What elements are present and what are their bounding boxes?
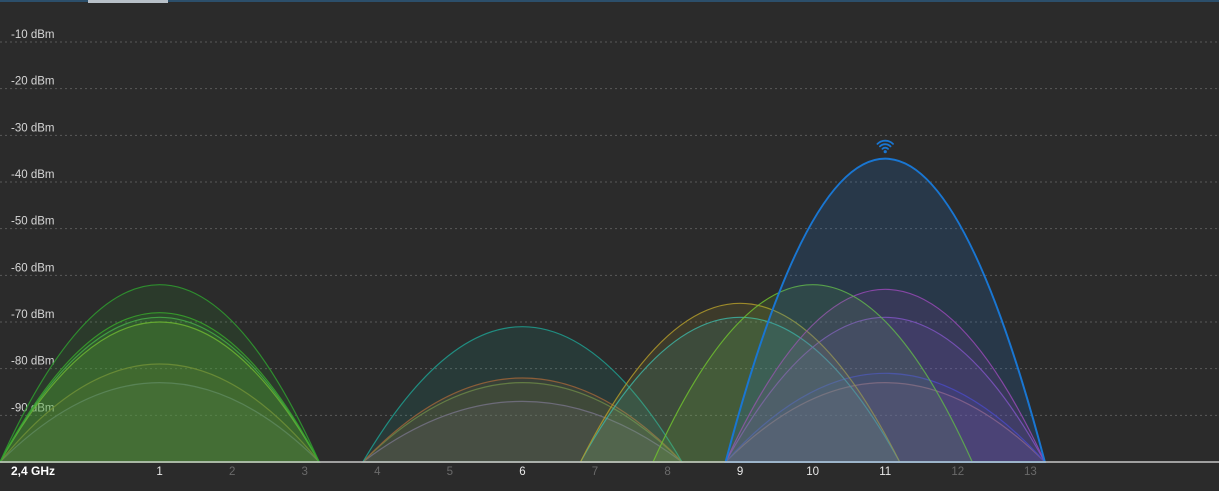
y-axis-labels: -10 dBm -20 dBm -30 dBm -40 dBm -50 dBm -60 d… (11, 29, 54, 414)
chart-icons (876, 139, 894, 154)
x-tick-label-channel-4: 4 (374, 466, 381, 478)
y-tick-label: -20 dBm (11, 76, 54, 88)
x-tick-label-channel-13: 13 (1024, 466, 1037, 478)
x-tick-label-channel-7: 7 (592, 466, 598, 478)
x-tick-label-channel-10: 10 (806, 466, 819, 478)
x-tick-label-channel-6: 6 (519, 466, 525, 478)
y-tick-label: -40 dBm (11, 169, 54, 181)
y-tick-label: -60 dBm (11, 262, 54, 274)
channel-curves[interactable] (0, 157, 1047, 463)
wifi-signal-icon (876, 139, 894, 154)
y-tick-label: -70 dBm (11, 309, 54, 321)
x-tick-label-channel-11: 11 (879, 466, 891, 478)
y-tick-label: -10 dBm (11, 29, 54, 41)
channel-11-network-curve-13[interactable] (724, 157, 1047, 463)
x-tick-label-channel-1: 1 (156, 466, 162, 478)
y-tick-label: -50 dBm (11, 216, 54, 228)
x-tick-label-channel-2: 2 (229, 466, 235, 478)
x-tick-label-channel-12: 12 (951, 466, 964, 478)
wifi-channel-chart: -10 dBm -20 dBm -30 dBm -40 dBm -50 dBm -60 d… (0, 29, 1219, 478)
x-axis-labels: 1 2 3 4 5 6 7 8 9 10 11 12 13 (156, 466, 1036, 478)
x-tick-label-channel-9: 9 (737, 466, 743, 478)
x-tick-label-channel-3: 3 (302, 466, 308, 478)
x-tick-label-channel-5: 5 (447, 466, 453, 478)
band-label[interactable]: 2,4 GHz (11, 464, 55, 478)
x-tick-label-channel-8: 8 (664, 466, 670, 478)
y-tick-label: -80 dBm (11, 356, 54, 368)
y-tick-label: -30 dBm (11, 122, 54, 134)
